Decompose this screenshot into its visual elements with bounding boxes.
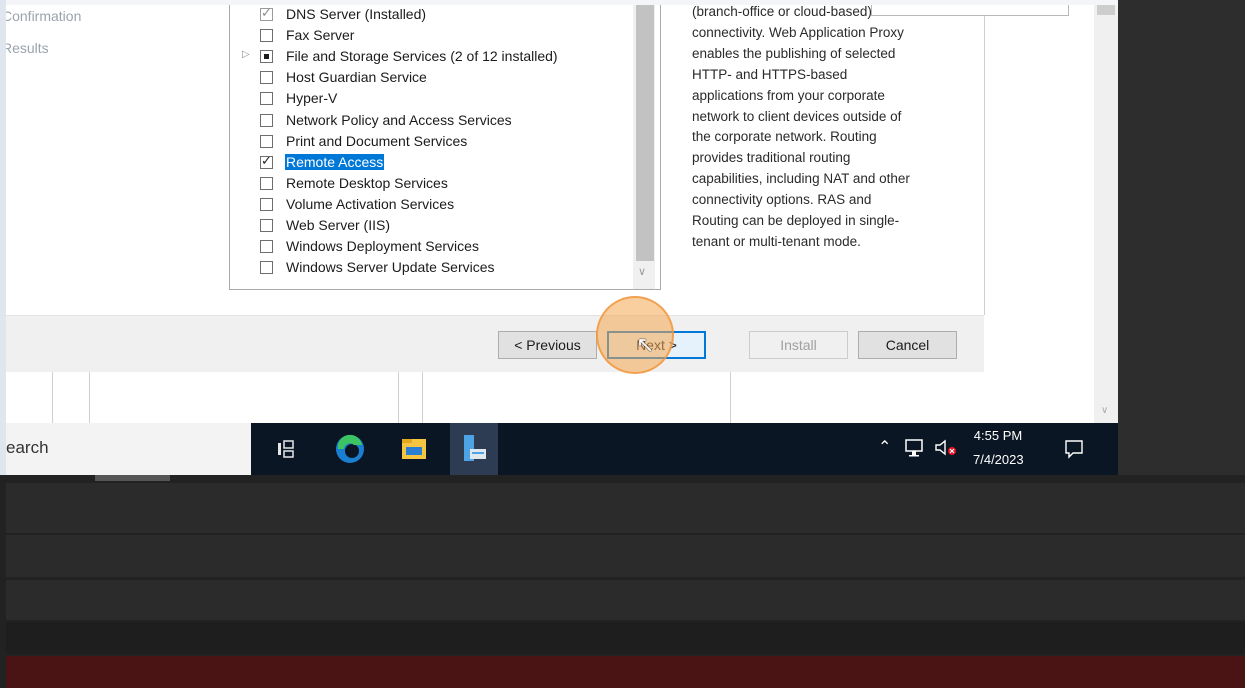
description-line: provides traditional routing	[692, 150, 851, 166]
server-manager-icon[interactable]	[450, 423, 498, 477]
wizard-footer: < Previous Next > Install Cancel	[6, 315, 984, 373]
role-label: File and Storage Services (2 of 12 insta…	[286, 48, 558, 65]
role-row[interactable]: Fax Server	[230, 26, 630, 47]
role-label: Volume Activation Services	[286, 195, 455, 212]
background-window-grid	[6, 372, 1118, 423]
edge-icon[interactable]	[326, 423, 374, 475]
roles-list: DNS Server (Installed) Fax Server ▷ File an…	[229, 5, 661, 290]
wizard-step-nav: Confirmation Results	[6, 5, 206, 315]
role-label: Hyper-V	[286, 90, 338, 107]
role-checkbox[interactable]	[260, 134, 273, 148]
role-checkbox[interactable]	[260, 261, 273, 275]
role-label: Windows Server Update Services	[286, 259, 495, 276]
cancel-button[interactable]: Cancel	[858, 331, 957, 359]
expand-arrow-icon[interactable]: ▷	[242, 49, 250, 60]
description-line: tenant or multi-tenant mode.	[692, 233, 861, 249]
dark-margin	[1118, 0, 1245, 475]
description-line: the corporate network. Routing	[692, 129, 877, 145]
role-checkbox[interactable]	[260, 29, 273, 43]
role-row[interactable]: ▷ File and Storage Services (2 of 12 inst…	[230, 47, 630, 68]
red-bottom-band	[6, 656, 1245, 688]
nav-item-confirmation[interactable]: Confirmation	[6, 8, 81, 24]
role-label: Web Server (IIS)	[286, 217, 390, 233]
roles-list-scrollbar[interactable]: ∨	[633, 5, 655, 289]
dark-band-1	[6, 483, 1245, 533]
dark-band-2	[6, 535, 1245, 577]
description-line: HTTP- and HTTPS-based	[692, 66, 848, 82]
click-highlight	[596, 296, 674, 374]
role-row[interactable]: Network Policy and Access Services	[230, 111, 630, 132]
role-label: DNS Server (Installed)	[286, 6, 427, 22]
task-view-icon[interactable]	[262, 423, 310, 475]
role-row[interactable]: Volume Activation Services	[230, 195, 630, 216]
search-input[interactable]: earch	[6, 438, 49, 458]
role-row[interactable]: Host Guardian Service	[230, 68, 630, 89]
file-explorer-icon[interactable]	[390, 423, 438, 475]
role-label: Host Guardian Service	[286, 69, 427, 86]
scroll-thumb[interactable]	[636, 5, 654, 261]
dark-bottom-area	[0, 475, 1245, 688]
role-label: Fax Server	[286, 27, 355, 44]
dark-band-3	[6, 580, 1245, 620]
role-row[interactable]: Windows Server Update Services	[230, 258, 630, 279]
role-checkbox[interactable]	[260, 153, 273, 169]
role-label: Remote Desktop Services	[286, 174, 448, 191]
role-label: Network Policy and Access Services	[286, 111, 512, 128]
clock-time[interactable]: 4:55 PM	[973, 428, 1023, 443]
role-row[interactable]: Remote Desktop Services	[230, 174, 630, 195]
description-line: connectivity. Web Application Proxy	[692, 24, 904, 40]
chevron-up-icon[interactable]: ⌃	[878, 437, 891, 457]
side-panel-edge	[871, 5, 1069, 16]
previous-button[interactable]: < Previous	[498, 331, 597, 359]
clock-date[interactable]: 7/4/2023	[973, 452, 1024, 467]
description-line: enables the publishing of selected	[692, 45, 896, 61]
description-line: applications from your corporate	[692, 87, 885, 103]
role-checkbox[interactable]	[260, 92, 273, 106]
role-checkbox[interactable]	[260, 5, 273, 21]
volume-muted-icon[interactable]	[934, 438, 958, 463]
add-roles-wizard: Confirmation Results DNS Server (Install…	[6, 5, 1118, 423]
role-checkbox[interactable]	[260, 50, 273, 64]
outer-scroll-thumb[interactable]	[1097, 5, 1115, 15]
description-line: connectivity options. RAS and	[692, 192, 872, 208]
scroll-down-icon[interactable]: ∨	[638, 265, 646, 278]
role-row[interactable]: Remote Access	[230, 153, 630, 174]
dark-band-4	[6, 622, 1245, 654]
role-label: Remote Access	[285, 153, 385, 170]
role-checkbox[interactable]	[260, 113, 273, 127]
description-line: network to client devices outside of	[692, 108, 902, 124]
role-checkbox[interactable]	[260, 219, 273, 232]
roles-page: DNS Server (Installed) Fax Server ▷ File an…	[206, 5, 985, 315]
role-checkbox[interactable]	[260, 197, 273, 211]
role-row[interactable]: DNS Server (Installed)	[230, 5, 630, 26]
scroll-down-icon[interactable]: ∨	[1101, 405, 1108, 416]
window-edge-tab	[95, 475, 170, 481]
install-button[interactable]: Install	[749, 331, 848, 359]
mouse-cursor-icon: ↖	[636, 332, 655, 357]
description-line: capabilities, including NAT and other	[692, 171, 910, 187]
role-row[interactable]: Windows Deployment Services	[230, 237, 630, 258]
network-icon[interactable]	[904, 438, 926, 463]
role-checkbox[interactable]	[260, 71, 273, 85]
role-row[interactable]: Print and Document Services	[230, 132, 630, 153]
taskbar-search[interactable]: earch	[6, 423, 251, 475]
role-label: Windows Deployment Services	[286, 238, 479, 255]
role-description: (branch-office or cloud-based) connectivi…	[692, 5, 962, 253]
description-line: Routing can be deployed in single-	[692, 213, 900, 229]
role-row[interactable]: Web Server (IIS)	[230, 216, 630, 237]
role-checkbox[interactable]	[260, 240, 273, 254]
role-row[interactable]: Hyper-V	[230, 89, 630, 110]
nav-item-results[interactable]: Results	[6, 40, 49, 56]
taskbar: earch ⌃ 4:55 PM 7/4/2023	[6, 423, 1118, 477]
role-label: Print and Document Services	[286, 132, 468, 149]
outer-scrollbar[interactable]: ∨	[1094, 5, 1118, 423]
notification-icon[interactable]	[1064, 439, 1084, 464]
role-checkbox[interactable]	[260, 176, 273, 190]
